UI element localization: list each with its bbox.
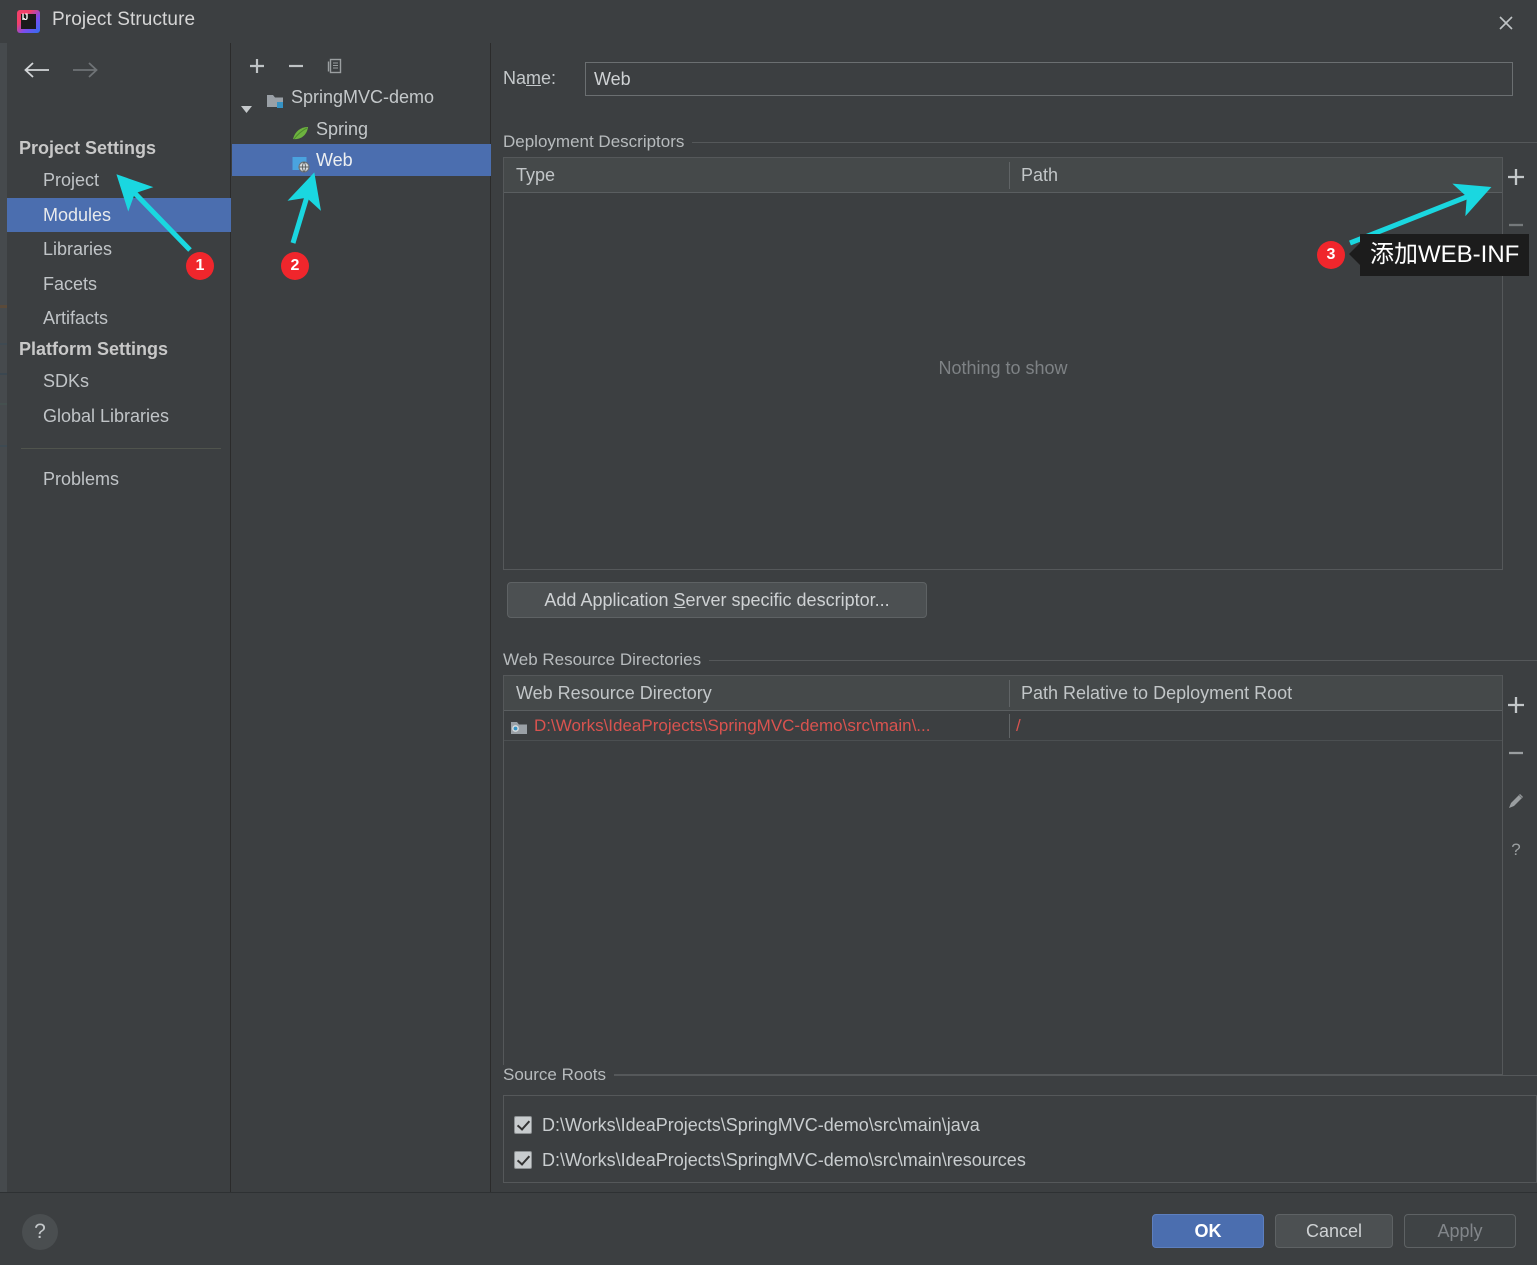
cell-web-resource-directory: D:\Works\IdeaProjects\SpringMVC-demo\src… (534, 716, 931, 735)
module-name-input[interactable] (585, 62, 1513, 96)
svg-text:?: ? (1511, 840, 1520, 859)
arrow-right-icon[interactable] (63, 53, 107, 87)
title-bar: IJ Project Structure (0, 0, 1537, 43)
column-header-web-resource-directory[interactable]: Web Resource Directory (504, 676, 712, 710)
tree-label: Web (316, 150, 353, 170)
background-window-edge (0, 43, 7, 1192)
close-icon[interactable] (1489, 6, 1523, 38)
sidebar-item-problems[interactable]: Problems (7, 462, 231, 496)
module-folder-icon (266, 88, 285, 108)
name-label-part2: e: (541, 68, 557, 88)
group-rule (687, 142, 1537, 143)
group-title-source-roots: Source Roots (503, 1065, 614, 1085)
remove-module-button[interactable] (279, 49, 313, 79)
btn-label-part2: erver specific descriptor... (685, 590, 890, 610)
project-structure-dialog: IJ Project Structure Project Settings Pl… (0, 0, 1537, 1265)
web-resource-directories-table[interactable]: Web Resource Directory Path Relative to … (503, 675, 1503, 1075)
cancel-button[interactable]: Cancel (1275, 1214, 1393, 1248)
column-header-type[interactable]: Type (504, 158, 555, 192)
btn-label-part1: Add Application (544, 590, 674, 610)
deployment-descriptors-table[interactable]: Type Path Nothing to show (503, 157, 1503, 570)
cell-relative-path: / (1016, 716, 1021, 735)
sidebar-item-sdks[interactable]: SDKs (7, 364, 231, 398)
sidebar-item-project[interactable]: Project (7, 163, 231, 197)
page-title: Project Structure (52, 9, 196, 30)
sidebar-item-artifacts[interactable]: Artifacts (7, 301, 231, 335)
copy-module-button[interactable] (318, 49, 352, 79)
group-title-deployment-descriptors: Deployment Descriptors (503, 132, 693, 152)
table-header: Type Path (504, 158, 1502, 193)
cell-divider (1009, 714, 1010, 738)
tree-label: SpringMVC-demo (291, 87, 435, 107)
annotation-badge-3: 3 (1317, 241, 1345, 269)
checkbox-source-root[interactable] (514, 1116, 532, 1134)
section-heading-platform-settings: Platform Settings (19, 339, 169, 359)
section-heading-project-settings: Project Settings (19, 138, 157, 158)
name-label: Name: (503, 68, 556, 89)
column-header-path-relative[interactable]: Path Relative to Deployment Root (1009, 676, 1292, 710)
source-root-label: D:\Works\IdeaProjects\SpringMVC-demo\src… (542, 1115, 980, 1135)
sidebar-item-global-libraries[interactable]: Global Libraries (7, 399, 231, 433)
remove-web-resource-button[interactable] (1498, 733, 1534, 769)
help-web-resource-button[interactable]: ? (1498, 829, 1534, 865)
name-label-mnemonic: m (526, 68, 542, 88)
spring-leaf-icon (291, 120, 310, 140)
sidebar-divider (21, 448, 221, 449)
name-label-part1: Na (503, 68, 527, 88)
group-rule (605, 1075, 1537, 1076)
folder-module-icon (510, 717, 529, 747)
empty-state-message: Nothing to show (938, 358, 1068, 378)
settings-sidebar: Project Settings Platform Settings Proje… (7, 43, 231, 1192)
intellij-idea-icon: IJ (17, 10, 40, 33)
table-row[interactable]: D:\Works\IdeaProjects\SpringMVC-demo\src… (504, 711, 1502, 741)
module-tree-toolbar (232, 43, 491, 81)
annotation-badge-1: 1 (186, 252, 214, 280)
tree-label: Spring (316, 119, 369, 139)
tree-row-spring[interactable]: Spring (232, 113, 491, 145)
annotation-tooltip-3: 添加WEB-INF (1348, 234, 1530, 276)
annotation-badge-2: 2 (281, 252, 309, 280)
add-deployment-descriptor-button[interactable] (1498, 157, 1534, 193)
group-rule (698, 660, 1537, 661)
navigation-arrows (15, 53, 107, 87)
add-application-server-descriptor-button[interactable]: Add Application Server specific descript… (507, 582, 927, 618)
module-settings-panel: Name: Deployment Descriptors Type Path N… (492, 43, 1537, 1192)
checkbox-source-root[interactable] (514, 1151, 532, 1169)
edit-web-resource-button[interactable] (1498, 781, 1534, 817)
add-module-button[interactable] (240, 49, 274, 79)
module-tree-pane: SpringMVC-demo Spring Web (232, 43, 491, 1192)
group-title-web-resource-directories: Web Resource Directories (503, 650, 710, 670)
table-header: Web Resource Directory Path Relative to … (504, 676, 1502, 711)
question-icon[interactable]: ? (22, 1214, 58, 1250)
btn-label-mnemonic: S (673, 590, 686, 610)
sidebar-item-modules[interactable]: Modules (7, 198, 231, 232)
source-roots-list[interactable]: D:\Works\IdeaProjects\SpringMVC-demo\src… (503, 1095, 1537, 1183)
source-root-label: D:\Works\IdeaProjects\SpringMVC-demo\src… (542, 1150, 1026, 1170)
apply-button: Apply (1404, 1214, 1516, 1248)
web-facet-icon (291, 151, 310, 173)
tree-row-web[interactable]: Web (232, 144, 491, 176)
ok-button[interactable]: OK (1152, 1214, 1264, 1248)
column-header-path[interactable]: Path (1009, 158, 1058, 192)
arrow-left-icon[interactable] (15, 53, 59, 87)
add-web-resource-button[interactable] (1498, 685, 1534, 721)
tree-row-springmvc-demo[interactable]: SpringMVC-demo (232, 81, 491, 113)
